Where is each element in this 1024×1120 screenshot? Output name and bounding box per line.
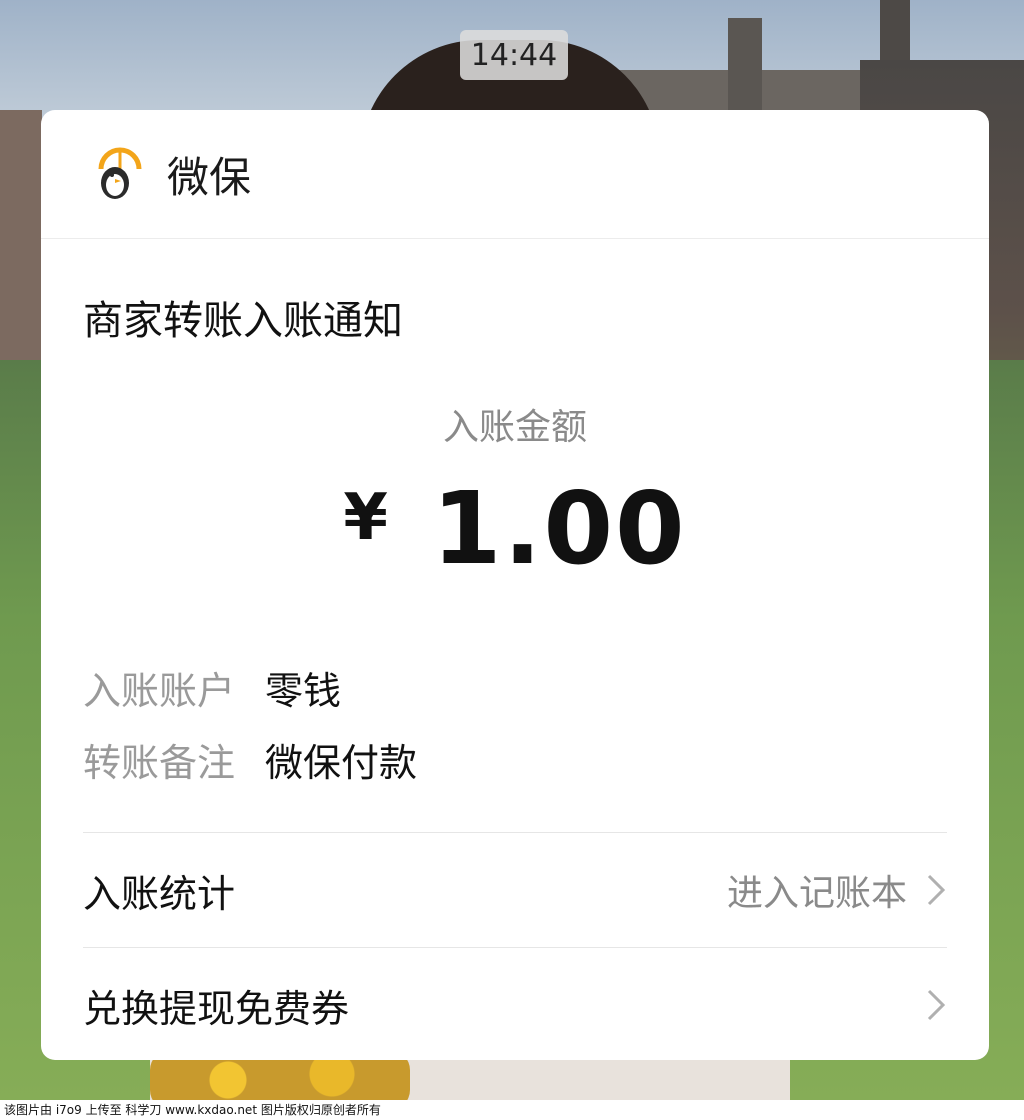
- detail-row-account: 入账账户 零钱: [83, 660, 341, 715]
- card-header[interactable]: 微保: [41, 110, 989, 239]
- detail-value: 零钱: [265, 669, 342, 713]
- time-text: 14:44: [470, 37, 558, 73]
- detail-value: 微保付款: [265, 741, 418, 785]
- currency-symbol: ¥: [343, 481, 388, 555]
- ledger-link-text: 进入记账本: [726, 873, 907, 914]
- notice-title: 商家转账入账通知: [83, 298, 403, 344]
- watermark-footer: 该图片由 i7o9 上传至 科学刀 www.kxdao.net 图片版权归原创者…: [0, 1100, 1024, 1120]
- app-name: 微保: [167, 152, 252, 202]
- detail-label: 转账备注: [83, 741, 236, 785]
- link-action[interactable]: [907, 987, 947, 1023]
- link-label: 入账统计: [83, 871, 236, 916]
- penguin-umbrella-icon: [98, 147, 142, 199]
- building: [0, 110, 42, 370]
- redeem-coupon-row[interactable]: 兑换提现免费券: [83, 948, 947, 1060]
- chimney: [728, 18, 762, 118]
- detail-row-remark: 转账备注 微保付款: [83, 732, 417, 787]
- chevron-right-icon: [927, 989, 946, 1021]
- amount-value: 1.00: [431, 470, 687, 587]
- notification-card[interactable]: 微保 商家转账入账通知 入账金额 ¥1.00 入账账户 零钱 转账备注 微保付款…: [41, 110, 989, 1060]
- link-label: 兑换提现免费券: [83, 986, 350, 1031]
- detail-label: 入账账户: [83, 669, 236, 713]
- amount-display: ¥1.00: [41, 470, 989, 587]
- time-indicator: 14:44: [460, 30, 568, 80]
- amount-label: 入账金额: [442, 407, 587, 448]
- income-stats-row[interactable]: 入账统计 进入记账本: [83, 833, 947, 947]
- chevron-right-icon: [927, 874, 946, 906]
- link-action[interactable]: 进入记账本: [727, 864, 947, 916]
